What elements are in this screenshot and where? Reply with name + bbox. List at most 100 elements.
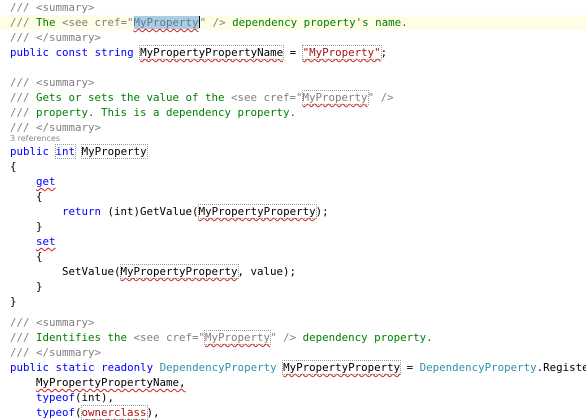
doc-comment-text: Gets or sets the value of the: [36, 91, 232, 104]
placeholder-ownerclass[interactable]: ownerclass: [80, 405, 148, 420]
keyword-get: get: [36, 175, 56, 188]
doc-tag-summary-open: <summary>: [36, 1, 95, 14]
code-line-11[interactable]: {: [0, 159, 586, 174]
doc-comment-prefix: ///: [10, 106, 37, 119]
close-paren-semicolon: );: [315, 205, 329, 218]
doc-tag-see-open: <see cref=": [133, 331, 206, 344]
code-line-1[interactable]: /// <summary>: [0, 0, 586, 15]
code-line-7[interactable]: /// Gets or sets the value of the <see c…: [0, 90, 586, 105]
doc-comment-text: The: [36, 16, 63, 29]
code-line-9[interactable]: /// </summary>: [0, 120, 586, 135]
doc-tag-see-close: " />: [367, 91, 394, 104]
code-line-15[interactable]: }: [0, 219, 586, 234]
code-line-25[interactable]: public static readonly DependencyPropert…: [0, 360, 586, 375]
code-line-18[interactable]: SetValue(MyPropertyProperty, value);: [0, 264, 586, 279]
code-line-8[interactable]: /// property. This is a dependency prope…: [0, 105, 586, 120]
doc-comment-text: dependency property's name.: [225, 16, 408, 29]
keyword-static: static: [55, 361, 95, 374]
close-brace: }: [10, 295, 17, 308]
keyword-public: public: [10, 361, 50, 374]
code-line-16[interactable]: set: [0, 234, 586, 249]
code-line-24[interactable]: /// </summary>: [0, 345, 586, 360]
doc-tag-see-open: <see cref=": [231, 91, 303, 104]
keyword-string: string: [94, 46, 134, 59]
identifier-dp-field[interactable]: MyPropertyProperty: [282, 360, 402, 375]
typeof-close: ),: [146, 406, 160, 419]
doc-comment-text: dependency property.: [296, 331, 433, 344]
code-line-10[interactable]: public int MyProperty: [0, 144, 586, 159]
doc-tag-see-open: <see cref=": [62, 16, 134, 29]
codelens-references[interactable]: 3 references: [0, 134, 586, 144]
keyword-typeof: typeof: [36, 391, 76, 404]
code-line-14[interactable]: return (int)GetValue(MyPropertyProperty)…: [0, 204, 586, 219]
doc-tag-see-close: " />: [199, 16, 226, 29]
keyword-typeof: typeof: [36, 406, 76, 419]
code-line-28[interactable]: typeof(ownerclass),: [0, 405, 586, 420]
doc-comment-prefix: ///: [10, 91, 37, 104]
code-line-5-blank[interactable]: [0, 60, 586, 75]
doc-tag-summary-close: </summary>: [36, 346, 102, 359]
doc-comment-prefix: ///: [10, 31, 37, 44]
close-brace: }: [36, 280, 43, 293]
doc-comment-text: Identifies the: [36, 331, 134, 344]
doc-tag-see-close: " />: [270, 331, 297, 344]
doc-tag-summary-close: </summary>: [36, 31, 102, 44]
doc-comment-prefix: ///: [10, 121, 37, 134]
doc-comment-prefix: ///: [10, 346, 37, 359]
identifier-dp-field[interactable]: MyPropertyProperty: [197, 204, 317, 219]
doc-comment-prefix: ///: [10, 1, 37, 14]
doc-comment-prefix: ///: [10, 331, 37, 344]
keyword-public: public: [10, 145, 50, 158]
method-set-value: SetValue(: [62, 265, 121, 278]
code-line-19[interactable]: }: [0, 279, 586, 294]
code-line-26[interactable]: MyPropertyPropertyName,: [0, 375, 586, 390]
code-line-12[interactable]: get: [0, 174, 586, 189]
doc-tag-summary-open: <summary>: [36, 76, 95, 89]
identifier-dp-field[interactable]: MyPropertyProperty: [119, 264, 239, 279]
keyword-set: set: [36, 235, 56, 248]
operator-equals: =: [283, 46, 303, 59]
code-line-20[interactable]: }: [0, 294, 586, 309]
semicolon: ;: [380, 46, 388, 59]
code-line-6[interactable]: /// <summary>: [0, 75, 586, 90]
close-brace: }: [36, 220, 43, 233]
open-brace: {: [10, 160, 17, 173]
doc-comment-text: property. This is a dependency property.: [36, 106, 297, 119]
value-argument: , value);: [237, 265, 297, 278]
code-line-2-current[interactable]: /// The <see cref="MyProperty" /> depend…: [0, 15, 586, 30]
keyword-return: return: [62, 205, 102, 218]
code-line-27[interactable]: typeof(int),: [0, 390, 586, 405]
identifier-property[interactable]: MyProperty: [80, 144, 148, 159]
method-register: .Register(: [536, 361, 586, 374]
code-line-3[interactable]: /// </summary>: [0, 30, 586, 45]
string-literal[interactable]: "MyProperty": [301, 45, 382, 60]
code-line-13[interactable]: {: [0, 189, 586, 204]
open-paren: (: [75, 406, 82, 419]
doc-tag-summary-open: <summary>: [36, 316, 95, 329]
code-line-23[interactable]: /// Identifies the <see cref="MyProperty…: [0, 330, 586, 345]
keyword-public: public: [10, 46, 50, 59]
keyword-readonly: readonly: [101, 361, 154, 374]
operator-equals: =: [400, 361, 420, 374]
typeof-int-arg: (int),: [75, 391, 115, 404]
doc-comment-prefix: ///: [10, 316, 37, 329]
cref-name[interactable]: MyProperty: [204, 330, 272, 345]
identifier-property-name-field[interactable]: MyPropertyPropertyName: [139, 45, 285, 60]
keyword-const: const: [55, 46, 89, 59]
argument-property-name: MyPropertyPropertyName,: [36, 376, 186, 389]
code-line-17[interactable]: {: [0, 249, 586, 264]
code-editor[interactable]: /// <summary> /// The <see cref="MyPrope…: [0, 0, 586, 420]
type-dependency-property: DependencyProperty: [159, 361, 277, 374]
doc-comment-prefix: ///: [10, 76, 37, 89]
doc-comment-prefix: ///: [10, 16, 37, 29]
cast-int: (int): [107, 205, 141, 218]
open-brace: {: [36, 190, 43, 203]
keyword-int: int: [54, 144, 77, 159]
type-dependency-property: DependencyProperty: [419, 361, 537, 374]
code-line-4[interactable]: public const string MyPropertyPropertyNa…: [0, 45, 586, 60]
code-line-22[interactable]: /// <summary>: [0, 315, 586, 330]
method-get-value: GetValue(: [140, 205, 199, 218]
selected-cref-name[interactable]: MyProperty: [133, 16, 199, 29]
cref-name[interactable]: MyProperty: [301, 90, 369, 105]
open-brace: {: [36, 250, 43, 263]
